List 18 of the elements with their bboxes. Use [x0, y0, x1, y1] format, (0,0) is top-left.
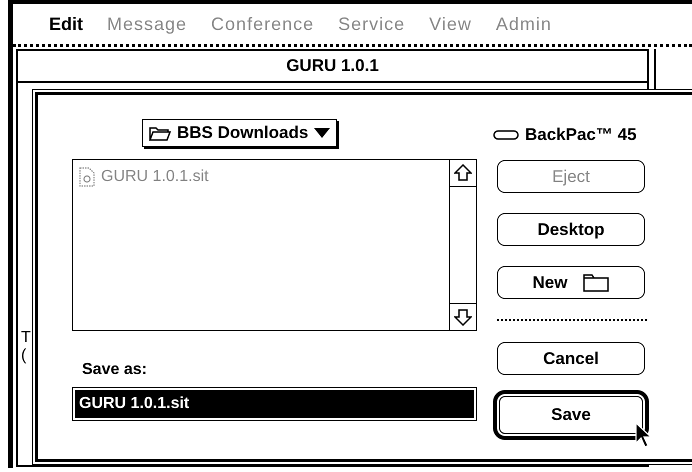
down-arrow-icon[interactable] [454, 308, 472, 326]
folder-icon [149, 125, 171, 141]
dialog-button[interactable]: Desktop [497, 213, 645, 246]
menu-item[interactable]: Edit [37, 14, 95, 34]
dialog-button[interactable]: Cancel [497, 342, 645, 375]
folder-popup[interactable]: BBS Downloads [142, 119, 338, 147]
up-arrow-icon[interactable] [454, 164, 472, 182]
triangle-icon [314, 128, 330, 138]
document-icon [79, 167, 95, 187]
window-text: T [21, 329, 31, 347]
new-folder-button[interactable]: New [497, 266, 645, 299]
drive-icon [493, 130, 519, 140]
disk-label: BackPac™ 45 [493, 123, 637, 147]
save-as-label: Save as: [81, 361, 147, 379]
file-name-field[interactable]: GURU 1.0.1.sit [72, 387, 477, 421]
window-text: ( [21, 347, 26, 365]
window-title: GURU 1.0.1 [18, 51, 647, 83]
folder-icon [583, 274, 610, 292]
